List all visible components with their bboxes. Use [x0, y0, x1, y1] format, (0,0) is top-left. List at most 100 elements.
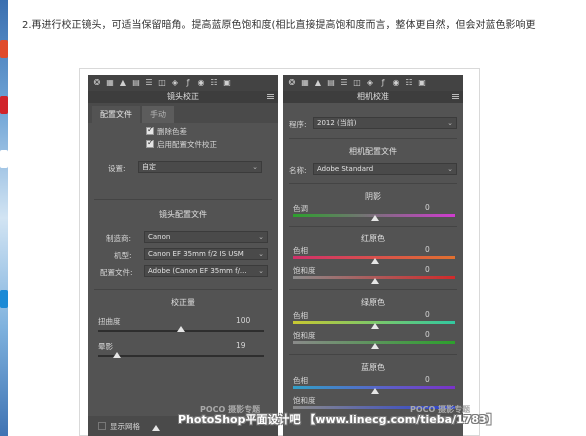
fx-icon[interactable]: ƒ — [378, 78, 388, 88]
distortion-value[interactable]: 100 — [236, 316, 250, 325]
green-hue-value[interactable]: 0 — [425, 310, 430, 319]
red-hue-slider-thumb[interactable] — [371, 258, 379, 264]
make-value: Canon — [148, 233, 171, 241]
remove-ca-label: 删除色差 — [157, 127, 187, 136]
desktop-app-icon[interactable] — [0, 290, 8, 308]
blue-hue-slider-thumb[interactable] — [371, 388, 379, 394]
tab-manual[interactable]: 手动 — [142, 106, 174, 123]
enable-profile-checkbox[interactable] — [146, 138, 154, 148]
vignette-slider[interactable] — [98, 355, 264, 357]
tone-curve-icon[interactable]: ▤ — [131, 78, 141, 88]
model-label: 机型: — [114, 251, 132, 260]
red-hue-value[interactable]: 0 — [425, 245, 430, 254]
lens-icon[interactable]: ◈ — [170, 78, 180, 88]
divider — [289, 183, 457, 184]
vignette-slider-thumb[interactable] — [113, 352, 121, 358]
intro-text: 2.再进行校正镜头，可适当保留暗角。提高蓝原色饱和度(相比直接提高饱和度而言，整… — [22, 20, 536, 31]
divider — [289, 354, 457, 355]
preset-icon[interactable]: ☷ — [404, 78, 414, 88]
red-primary-title: 红原色 — [361, 234, 385, 243]
desktop-app-icon[interactable] — [0, 40, 8, 58]
snapshot-icon[interactable]: ▣ — [417, 78, 427, 88]
triangle-icon[interactable]: ▲ — [313, 78, 323, 88]
model-value: Canon EF 35mm f/2 IS USM — [148, 250, 244, 258]
setup-dropdown[interactable]: 自定 ⌄ — [138, 161, 262, 173]
divider — [289, 138, 457, 139]
panel-title: 相机校准 — [283, 91, 463, 103]
divider — [289, 226, 457, 227]
process-value: 2012 (当前) — [317, 119, 357, 127]
preset-icon[interactable]: ☷ — [209, 78, 219, 88]
show-grid-label: 显示网格 — [110, 422, 140, 431]
distortion-slider-thumb[interactable] — [177, 326, 185, 332]
panel-menu-icon[interactable] — [452, 94, 459, 99]
shadows-tint-label: 色调 — [293, 204, 308, 213]
divider — [94, 199, 272, 200]
green-hue-label: 色相 — [293, 311, 308, 320]
vignette-value[interactable]: 19 — [236, 341, 246, 350]
green-hue-slider-thumb[interactable] — [371, 323, 379, 329]
panel-title-text: 相机校准 — [357, 92, 389, 101]
hsl-icon[interactable]: ☰ — [339, 78, 349, 88]
green-sat-value[interactable]: 0 — [425, 330, 430, 339]
make-dropdown[interactable]: Canon ⌄ — [144, 231, 268, 243]
chevron-down-icon: ⌄ — [258, 233, 264, 241]
footer-watermark: PhotoShop平面设计吧 【www.linecg.com/tieba/178… — [178, 413, 498, 426]
remove-ca-checkbox[interactable] — [146, 125, 154, 135]
aperture-icon[interactable]: ❂ — [287, 78, 297, 88]
green-sat-slider-thumb[interactable] — [371, 343, 379, 349]
distortion-label: 扭曲度 — [98, 317, 121, 326]
grid-icon[interactable]: ▦ — [300, 78, 310, 88]
panel-title-text: 镜头校正 — [167, 92, 199, 101]
chevron-down-icon: ⌄ — [447, 119, 453, 127]
model-dropdown[interactable]: Canon EF 35mm f/2 IS USM ⌄ — [144, 248, 268, 260]
red-sat-slider-thumb[interactable] — [371, 278, 379, 284]
camera-icon[interactable]: ◉ — [196, 78, 206, 88]
profile-dropdown[interactable]: Adobe (Canon EF 35mm f/... ⌄ — [144, 265, 268, 277]
setup-label: 设置: — [108, 164, 126, 173]
panel-menu-icon[interactable] — [267, 94, 274, 99]
desktop-edge — [0, 0, 8, 436]
name-label: 名称: — [289, 166, 307, 175]
panel-toolbar: ❂ ▦ ▲ ▤ ☰ ◫ ◈ ƒ ◉ ☷ ▣ — [283, 75, 463, 91]
split-icon[interactable]: ◫ — [352, 78, 362, 88]
tone-curve-icon[interactable]: ▤ — [326, 78, 336, 88]
divider — [94, 289, 272, 290]
hsl-icon[interactable]: ☰ — [144, 78, 154, 88]
panel-title: 镜头校正 — [88, 91, 278, 103]
shadows-tint-value[interactable]: 0 — [425, 203, 430, 212]
grid-icon[interactable]: ▦ — [105, 78, 115, 88]
red-sat-label: 饱和度 — [293, 266, 316, 275]
lens-correction-panel: ❂ ▦ ▲ ▤ ☰ ◫ ◈ ƒ ◉ ☷ ▣ 镜头校正 配置文件 手动 删除色差 … — [88, 75, 278, 436]
show-grid-checkbox[interactable] — [98, 422, 106, 430]
grid-size-slider-thumb[interactable] — [152, 425, 160, 431]
red-sat-value[interactable]: 0 — [425, 265, 430, 274]
panel-toolbar: ❂ ▦ ▲ ▤ ☰ ◫ ◈ ƒ ◉ ☷ ▣ — [88, 75, 278, 91]
camera-profile-title: 相机配置文件 — [349, 147, 397, 156]
shadows-tint-slider-thumb[interactable] — [371, 215, 379, 221]
red-hue-label: 色相 — [293, 246, 308, 255]
desktop-app-icon[interactable] — [0, 96, 8, 114]
lens-icon[interactable]: ◈ — [365, 78, 375, 88]
green-sat-label: 饱和度 — [293, 331, 316, 340]
blue-hue-value[interactable]: 0 — [425, 375, 430, 384]
tab-bar: 配置文件 手动 — [88, 103, 278, 123]
blue-hue-label: 色相 — [293, 376, 308, 385]
process-label: 程序: — [289, 120, 307, 129]
blue-primary-title: 蓝原色 — [361, 363, 385, 372]
fx-icon[interactable]: ƒ — [183, 78, 193, 88]
triangle-icon[interactable]: ▲ — [118, 78, 128, 88]
snapshot-icon[interactable]: ▣ — [222, 78, 232, 88]
green-primary-title: 绿原色 — [361, 298, 385, 307]
vignette-label: 晕影 — [98, 342, 113, 351]
desktop-app-icon[interactable] — [0, 150, 8, 168]
split-icon[interactable]: ◫ — [157, 78, 167, 88]
profile-label: 配置文件: — [100, 268, 133, 277]
amount-title: 校正量 — [171, 298, 195, 307]
tab-profile[interactable]: 配置文件 — [92, 106, 140, 123]
aperture-icon[interactable]: ❂ — [92, 78, 102, 88]
chevron-down-icon: ⌄ — [252, 163, 258, 171]
camera-icon[interactable]: ◉ — [391, 78, 401, 88]
process-dropdown[interactable]: 2012 (当前) ⌄ — [313, 117, 457, 129]
camera-profile-dropdown[interactable]: Adobe Standard ⌄ — [313, 163, 457, 175]
